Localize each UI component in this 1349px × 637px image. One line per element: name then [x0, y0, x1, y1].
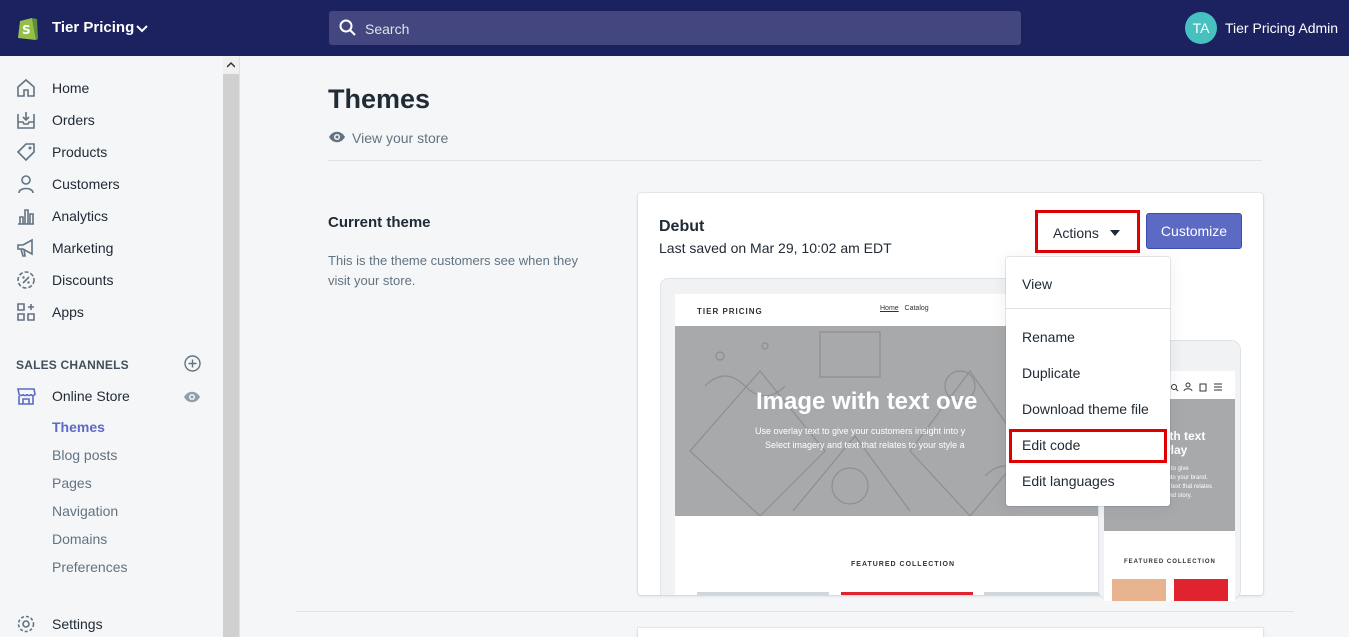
preview-product-thumb	[697, 592, 829, 595]
sidebar-item-label: Home	[52, 80, 90, 96]
menu-item-download-theme[interactable]: Download theme file	[1022, 401, 1149, 417]
preview-brand: TIER PRICING	[697, 307, 763, 316]
avatar[interactable]: TA	[1185, 12, 1217, 44]
sidebar-item-settings[interactable]: Settings	[0, 611, 220, 637]
sidebar-item-label: Discounts	[52, 272, 114, 288]
sidebar-scrollbar[interactable]	[223, 56, 239, 637]
sidebar-item-label: Settings	[52, 616, 103, 632]
preview-hero-sub-line: Use overlay text to give your customers …	[755, 426, 966, 436]
mobile-featured-heading: FEATURED COLLECTION	[1124, 559, 1216, 565]
sidebar-item-discounts[interactable]: Discounts	[0, 267, 220, 295]
actions-button[interactable]: Actions	[1035, 210, 1140, 253]
discount-icon	[17, 271, 35, 289]
menu-item-duplicate[interactable]: Duplicate	[1022, 365, 1080, 381]
apps-icon	[17, 303, 35, 321]
sidebar-item-orders[interactable]: Orders	[0, 107, 220, 135]
preview-product-thumb	[841, 592, 973, 595]
preview-nav: Home Catalog	[880, 305, 929, 312]
preview-nav-home: Home	[880, 305, 899, 312]
gear-icon	[17, 615, 35, 633]
chevron-down-icon[interactable]	[135, 22, 149, 36]
sidebar-subitem-blog-posts[interactable]: Blog posts	[52, 447, 117, 463]
mobile-product-thumb	[1174, 579, 1228, 601]
mobile-hero-title-line: rlay	[1166, 443, 1188, 457]
sales-channels-heading: SALES CHANNELS	[16, 358, 129, 372]
search-icon	[339, 19, 356, 36]
sidebar-item-label: Products	[52, 144, 108, 160]
mobile-hero-title-line: ith text	[1166, 429, 1206, 443]
scroll-up-button[interactable]	[223, 56, 239, 74]
theme-last-saved: Last saved on Mar 29, 10:02 am EDT	[659, 240, 892, 256]
shopify-logo-icon[interactable]: S	[16, 14, 40, 42]
orders-icon	[17, 112, 35, 129]
sidebar-item-products[interactable]: Products	[0, 139, 220, 167]
sidebar-subitem-pages[interactable]: Pages	[52, 475, 92, 491]
menu-item-edit-languages[interactable]: Edit languages	[1022, 473, 1115, 489]
tag-icon	[16, 143, 35, 162]
sidebar-subitem-domains[interactable]: Domains	[52, 531, 107, 547]
bar-chart-icon	[18, 209, 34, 225]
actions-label: Actions	[1053, 225, 1099, 241]
mobile-product-thumb	[1112, 579, 1166, 601]
user-name[interactable]: Tier Pricing Admin	[1225, 20, 1338, 36]
theme-library-card	[638, 628, 1263, 637]
sidebar-item-apps[interactable]: Apps	[0, 299, 220, 327]
person-icon	[18, 175, 34, 194]
preview-nav-catalog: Catalog	[904, 305, 929, 312]
sidebar-item-analytics[interactable]: Analytics	[0, 203, 220, 231]
sidebar-item-customers[interactable]: Customers	[0, 171, 220, 199]
home-icon	[17, 78, 35, 97]
sidebar: Home Orders Products Customers Analytics…	[0, 56, 240, 637]
mobile-hero-title: ith text rlay	[1166, 429, 1205, 457]
search-input[interactable]: Search	[329, 11, 1021, 45]
sidebar-item-label: Orders	[52, 112, 95, 128]
sidebar-subitem-themes[interactable]: Themes	[52, 419, 105, 435]
edit-code-highlight	[1009, 429, 1167, 463]
sidebar-subitem-preferences[interactable]: Preferences	[52, 559, 127, 575]
divider	[328, 160, 1262, 161]
megaphone-icon	[17, 238, 33, 257]
customize-button[interactable]: Customize	[1146, 213, 1242, 249]
store-name[interactable]: Tier Pricing	[52, 19, 134, 36]
view-store-label: View your store	[352, 130, 449, 146]
sidebar-subitem-navigation[interactable]: Navigation	[52, 503, 118, 519]
divider	[296, 611, 1294, 612]
eye-icon[interactable]	[183, 390, 201, 404]
sidebar-item-label: Online Store	[52, 388, 130, 404]
preview-product-thumb	[984, 592, 1116, 595]
current-theme-heading: Current theme	[328, 214, 431, 231]
sidebar-item-home[interactable]: Home	[0, 75, 220, 103]
menu-divider	[1006, 308, 1170, 309]
preview-hero-sub-line: Select imagery and text that relates to …	[765, 440, 965, 450]
caret-down-icon	[1110, 230, 1120, 236]
preview-hero-subtitle: Use overlay text to give your customers …	[755, 424, 965, 452]
chevron-up-icon	[227, 61, 235, 68]
top-bar: S Tier Pricing Search TA Tier Pricing Ad…	[0, 0, 1349, 56]
sidebar-item-label: Analytics	[52, 208, 109, 224]
preview-featured-heading: FEATURED COLLECTION	[851, 561, 956, 568]
menu-item-rename[interactable]: Rename	[1022, 329, 1075, 345]
current-theme-description: This is the theme customers see when the…	[328, 253, 579, 288]
svg-text:S: S	[22, 23, 31, 37]
actions-menu: View Rename Duplicate Download theme fil…	[1006, 257, 1170, 506]
menu-item-view[interactable]: View	[1022, 276, 1052, 292]
page-title: Themes	[328, 84, 431, 114]
sidebar-item-label: Marketing	[52, 240, 114, 256]
preview-hero-title: Image with text ove	[756, 388, 978, 415]
store-icon	[17, 388, 36, 405]
sidebar-item-label: Customers	[52, 176, 120, 192]
theme-name: Debut	[659, 218, 705, 235]
sidebar-item-marketing[interactable]: Marketing	[0, 235, 220, 263]
add-channel-icon[interactable]	[184, 355, 201, 372]
eye-icon	[329, 131, 345, 143]
sidebar-item-label: Apps	[52, 304, 84, 320]
mobile-hero-subtitle: e to give into your brand. d text that r…	[1166, 466, 1213, 499]
search-placeholder: Search	[365, 21, 410, 37]
